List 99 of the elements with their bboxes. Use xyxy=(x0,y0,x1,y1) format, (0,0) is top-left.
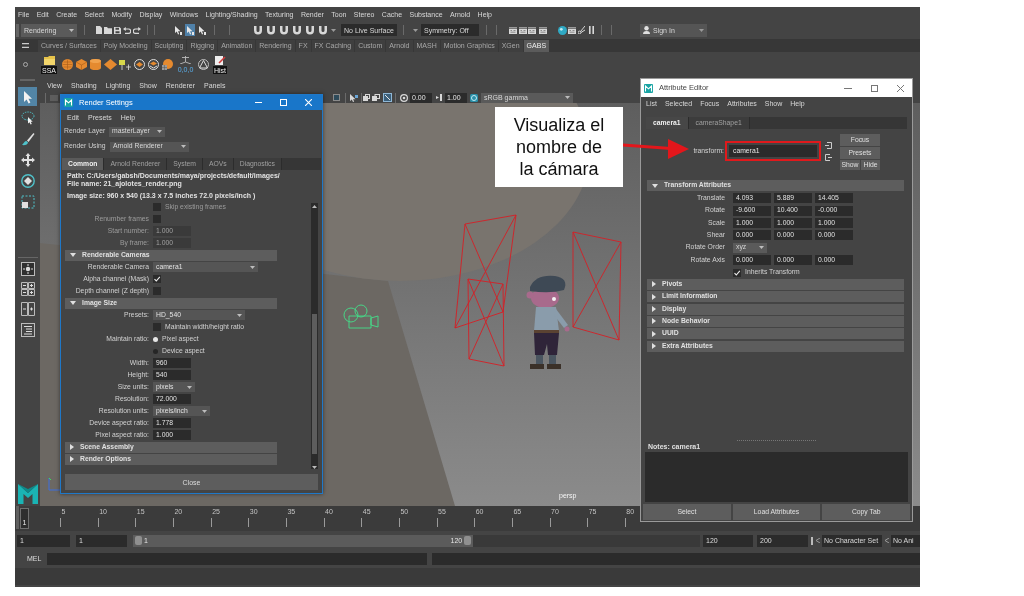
caret-icon xyxy=(699,28,704,32)
window-icon[interactable] xyxy=(372,94,380,101)
scale-icon xyxy=(20,194,35,209)
axes-icon xyxy=(180,56,191,64)
clapper-icon[interactable] xyxy=(509,26,517,34)
frame-icon[interactable] xyxy=(383,93,392,102)
scroll-thumb[interactable] xyxy=(312,314,317,454)
sphere-icon[interactable] xyxy=(558,25,567,35)
caret-icon xyxy=(181,145,186,148)
arrow xyxy=(623,138,689,159)
bracket-out-icon[interactable] xyxy=(825,153,832,161)
down-arrow-icon[interactable] xyxy=(312,466,317,469)
close-icon[interactable] xyxy=(897,84,904,92)
chevron-icon[interactable] xyxy=(816,538,820,543)
caret-icon xyxy=(187,385,192,389)
clapper-icon[interactable] xyxy=(568,26,576,34)
single-view-icon[interactable] xyxy=(20,262,35,276)
app-icon xyxy=(64,98,73,107)
menu-icon[interactable] xyxy=(22,43,29,48)
arrow-bar-icon[interactable] xyxy=(436,94,442,101)
undo-icon[interactable] xyxy=(123,26,131,34)
tool-button[interactable] xyxy=(18,108,37,127)
logo-icon xyxy=(17,484,38,504)
axis-icon xyxy=(48,477,61,491)
selection-mode-button[interactable] xyxy=(197,24,207,36)
rotate-icon xyxy=(20,173,35,188)
caret-icon xyxy=(157,130,162,133)
triangle-icon xyxy=(70,301,76,305)
window-icon[interactable] xyxy=(363,94,370,101)
clapper-icon[interactable] xyxy=(519,26,527,34)
caret-icon xyxy=(202,409,207,413)
cursor-icon xyxy=(186,25,194,35)
ring-dot-icon[interactable] xyxy=(400,93,408,102)
cursor-icon[interactable] xyxy=(350,93,358,102)
app-icon xyxy=(644,83,653,93)
diamond-icon xyxy=(104,59,117,70)
caret-icon xyxy=(759,246,764,250)
user-icon xyxy=(643,26,650,34)
bracket-in-icon[interactable] xyxy=(825,141,832,149)
caret-icon xyxy=(237,313,242,317)
triangle-icon xyxy=(70,253,76,257)
caret-icon xyxy=(413,28,418,32)
tool-button[interactable] xyxy=(18,192,37,211)
redo-icon[interactable] xyxy=(133,26,141,34)
command-input[interactable] xyxy=(47,552,427,565)
notes-field[interactable] xyxy=(645,452,908,502)
radio-button[interactable] xyxy=(153,348,158,354)
pencil-icon xyxy=(214,55,226,65)
slider-handle[interactable] xyxy=(135,536,142,545)
checkbox[interactable] xyxy=(153,287,161,295)
sphere-icon xyxy=(62,59,73,70)
grid-icon xyxy=(162,59,173,70)
flag-icon xyxy=(119,59,131,70)
caret-icon xyxy=(69,28,74,32)
save-icon[interactable] xyxy=(114,26,121,34)
caret-icon xyxy=(331,28,336,32)
slider-handle[interactable] xyxy=(464,536,472,545)
lasso-icon xyxy=(20,110,35,125)
cursor-icon xyxy=(174,25,182,35)
two-view-icon[interactable] xyxy=(20,302,35,316)
grip-handle[interactable] xyxy=(16,506,19,529)
checkbox[interactable] xyxy=(153,323,161,331)
up-arrow-icon[interactable] xyxy=(312,205,317,208)
maximize-icon[interactable] xyxy=(871,84,878,92)
chevron-icon[interactable] xyxy=(885,538,889,543)
scrollbar[interactable] xyxy=(311,203,318,469)
brush-icon xyxy=(20,131,35,146)
pause-icon[interactable] xyxy=(589,26,594,34)
grip-handle[interactable] xyxy=(20,79,35,81)
selection-mode-button[interactable] xyxy=(185,24,195,36)
cylinder-icon xyxy=(90,59,101,70)
ring-icon[interactable] xyxy=(23,62,28,67)
radio-button[interactable] xyxy=(153,336,158,342)
grip-handle[interactable] xyxy=(16,23,19,37)
clapper-icon[interactable] xyxy=(528,26,536,34)
cursor-icon xyxy=(198,25,206,35)
camera-icon xyxy=(343,304,379,329)
splitter-handle[interactable] xyxy=(736,439,817,441)
triangle-icon xyxy=(198,59,209,70)
checkbox[interactable] xyxy=(153,275,161,283)
move-icon xyxy=(20,152,35,167)
cube-icon xyxy=(76,59,87,70)
folder-icon xyxy=(43,55,55,65)
caret-icon xyxy=(565,96,570,99)
triangle-icon xyxy=(652,183,658,188)
folder-icon[interactable] xyxy=(104,26,112,34)
disc-icon xyxy=(134,59,145,70)
callout-text: Visualiza el nombre de la cámara xyxy=(513,114,605,180)
square-icon[interactable] xyxy=(333,94,340,101)
caret-icon xyxy=(250,265,255,269)
stack-icon xyxy=(148,59,159,70)
four-view-icon[interactable] xyxy=(20,282,35,296)
scissors-icon[interactable] xyxy=(578,26,585,34)
minimize-icon[interactable] xyxy=(844,87,852,89)
list-icon[interactable] xyxy=(20,323,35,337)
clapper-icon[interactable] xyxy=(539,26,547,34)
checkbox[interactable] xyxy=(733,268,741,277)
selection-mode-button[interactable] xyxy=(173,24,183,36)
tool-button[interactable] xyxy=(18,171,37,190)
